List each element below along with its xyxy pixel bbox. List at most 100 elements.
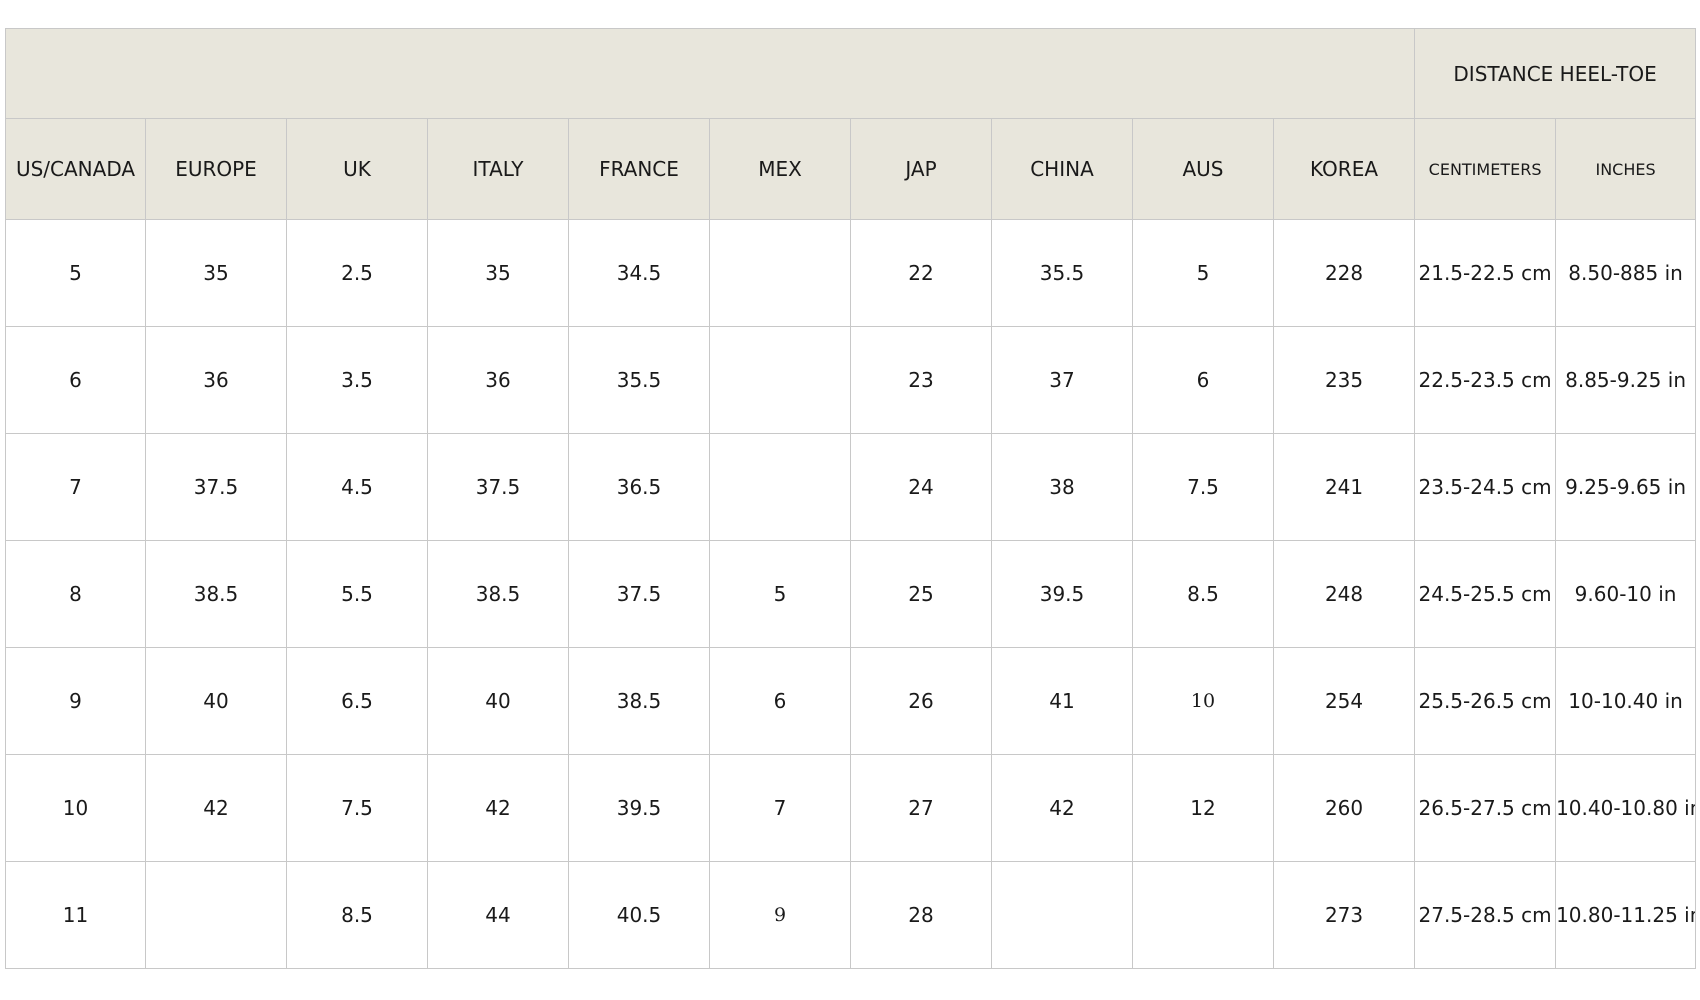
cell-china: 37 bbox=[991, 326, 1133, 434]
table-row: 7 37.5 4.5 37.5 36.5 24 38 7.5 241 23.5-24.5 cm 9.… bbox=[5, 433, 1697, 541]
column-header-korea: KOREA bbox=[1272, 118, 1416, 220]
cell-korea: 254 bbox=[1272, 647, 1416, 755]
column-header-us-canada: US/CANADA bbox=[5, 118, 146, 220]
cell-uk: 4.5 bbox=[286, 433, 428, 541]
cell-aus: 12 bbox=[1132, 754, 1274, 862]
cell-us-canada: 10 bbox=[5, 754, 146, 862]
cell-aus bbox=[1132, 861, 1274, 969]
cell-korea: 273 bbox=[1272, 861, 1416, 969]
cell-europe: 36 bbox=[145, 326, 287, 434]
cell-china: 38 bbox=[991, 433, 1133, 541]
cell-france: 37.5 bbox=[568, 540, 710, 648]
cell-france: 35.5 bbox=[568, 326, 710, 434]
cell-inches: 9.60-10 in bbox=[1555, 540, 1697, 648]
column-header-jap: JAP bbox=[850, 118, 992, 220]
cell-italy: 42 bbox=[427, 754, 569, 862]
header-empty-cell bbox=[4, 28, 1416, 119]
distance-heel-toe-header: DISTANCE HEEL-TOE bbox=[1414, 28, 1697, 119]
cell-mex bbox=[709, 326, 851, 434]
cell-aus: 5 bbox=[1132, 219, 1274, 327]
cell-france: 34.5 bbox=[568, 219, 710, 327]
cell-centimeters: 21.5-22.5 cm bbox=[1414, 219, 1557, 327]
table-row: 8 38.5 5.5 38.5 37.5 5 25 39.5 8.5 248 24.5-25.5 c… bbox=[5, 540, 1697, 648]
cell-china: 39.5 bbox=[991, 540, 1133, 648]
cell-mex bbox=[709, 219, 851, 327]
column-header-aus: AUS bbox=[1132, 118, 1274, 220]
cell-france: 36.5 bbox=[568, 433, 710, 541]
table-row: 10 42 7.5 42 39.5 7 27 42 12 260 26.5-27.5 cm 10.40… bbox=[5, 754, 1697, 862]
cell-italy: 37.5 bbox=[427, 433, 569, 541]
cell-inches: 8.50-885 in bbox=[1555, 219, 1697, 327]
cell-centimeters: 27.5-28.5 cm bbox=[1414, 861, 1557, 969]
column-header-uk: UK bbox=[286, 118, 428, 220]
cell-china bbox=[991, 861, 1133, 969]
cell-inches: 8.85-9.25 in bbox=[1555, 326, 1697, 434]
column-header-italy: ITALY bbox=[427, 118, 569, 220]
column-header-europe: EUROPE bbox=[145, 118, 287, 220]
cell-europe: 40 bbox=[145, 647, 287, 755]
cell-korea: 260 bbox=[1272, 754, 1416, 862]
cell-us-canada: 7 bbox=[5, 433, 146, 541]
cell-jap: 22 bbox=[850, 219, 992, 327]
cell-mex: 5 bbox=[709, 540, 851, 648]
cell-italy: 35 bbox=[427, 219, 569, 327]
cell-mex: 6 bbox=[709, 647, 851, 755]
cell-aus: 7.5 bbox=[1132, 433, 1274, 541]
column-header-china: CHINA bbox=[991, 118, 1133, 220]
cell-uk: 8.5 bbox=[286, 861, 428, 969]
cell-inches: 10.40-10.80 in bbox=[1555, 754, 1697, 862]
column-header-france: FRANCE bbox=[568, 118, 710, 220]
cell-korea: 235 bbox=[1272, 326, 1416, 434]
header-group-row: DISTANCE HEEL-TOE bbox=[4, 28, 1697, 119]
cell-europe bbox=[145, 861, 287, 969]
cell-europe: 37.5 bbox=[145, 433, 287, 541]
table-row: 6 36 3.5 36 35.5 23 37 6 235 22.5-23.5 cm 8.85-9.2… bbox=[5, 326, 1697, 434]
cell-us-canada: 9 bbox=[5, 647, 146, 755]
cell-jap: 26 bbox=[850, 647, 992, 755]
column-header-mex: MEX bbox=[709, 118, 851, 220]
cell-aus: 6 bbox=[1132, 326, 1274, 434]
cell-centimeters: 25.5-26.5 cm bbox=[1414, 647, 1557, 755]
table-row: 11 8.5 44 40.5 9 28 273 27.5-28.5 cm 10.80-11.25… bbox=[5, 861, 1697, 969]
cell-us-canada: 5 bbox=[5, 219, 146, 327]
cell-korea: 228 bbox=[1272, 219, 1416, 327]
cell-mex: 7 bbox=[709, 754, 851, 862]
table-row: 5 35 2.5 35 34.5 22 35.5 5 228 21.5-22.5 cm 8.50-8… bbox=[5, 219, 1697, 327]
column-header-centimeters: CENTIMETERS bbox=[1414, 118, 1557, 220]
cell-europe: 38.5 bbox=[145, 540, 287, 648]
cell-europe: 35 bbox=[145, 219, 287, 327]
cell-jap: 28 bbox=[850, 861, 992, 969]
cell-france: 40.5 bbox=[568, 861, 710, 969]
cell-inches: 9.25-9.65 in bbox=[1555, 433, 1697, 541]
cell-inches: 10.80-11.25 in bbox=[1555, 861, 1697, 969]
cell-centimeters: 23.5-24.5 cm bbox=[1414, 433, 1557, 541]
cell-uk: 3.5 bbox=[286, 326, 428, 434]
cell-jap: 27 bbox=[850, 754, 992, 862]
cell-italy: 44 bbox=[427, 861, 569, 969]
cell-mex: 9 bbox=[709, 861, 851, 969]
cell-aus: 8.5 bbox=[1132, 540, 1274, 648]
cell-france: 38.5 bbox=[568, 647, 710, 755]
cell-china: 42 bbox=[991, 754, 1133, 862]
cell-france: 39.5 bbox=[568, 754, 710, 862]
cell-korea: 248 bbox=[1272, 540, 1416, 648]
cell-us-canada: 6 bbox=[5, 326, 146, 434]
cell-jap: 25 bbox=[850, 540, 992, 648]
cell-us-canada: 8 bbox=[5, 540, 146, 648]
cell-jap: 24 bbox=[850, 433, 992, 541]
cell-uk: 6.5 bbox=[286, 647, 428, 755]
cell-uk: 7.5 bbox=[286, 754, 428, 862]
cell-aus: 10 bbox=[1132, 647, 1274, 755]
cell-inches: 10-10.40 in bbox=[1555, 647, 1697, 755]
cell-centimeters: 24.5-25.5 cm bbox=[1414, 540, 1557, 648]
cell-korea: 241 bbox=[1272, 433, 1416, 541]
cell-italy: 40 bbox=[427, 647, 569, 755]
cell-uk: 2.5 bbox=[286, 219, 428, 327]
cell-centimeters: 22.5-23.5 cm bbox=[1414, 326, 1557, 434]
cell-us-canada: 11 bbox=[5, 861, 146, 969]
table-row: 9 40 6.5 40 38.5 6 26 41 10 254 25.5-26.5 cm 10-10.… bbox=[5, 647, 1697, 755]
cell-mex bbox=[709, 433, 851, 541]
cell-centimeters: 26.5-27.5 cm bbox=[1414, 754, 1557, 862]
shoe-size-table: DISTANCE HEEL-TOE US/CANADA EUROPE UK IT… bbox=[4, 28, 1697, 969]
cell-italy: 38.5 bbox=[427, 540, 569, 648]
